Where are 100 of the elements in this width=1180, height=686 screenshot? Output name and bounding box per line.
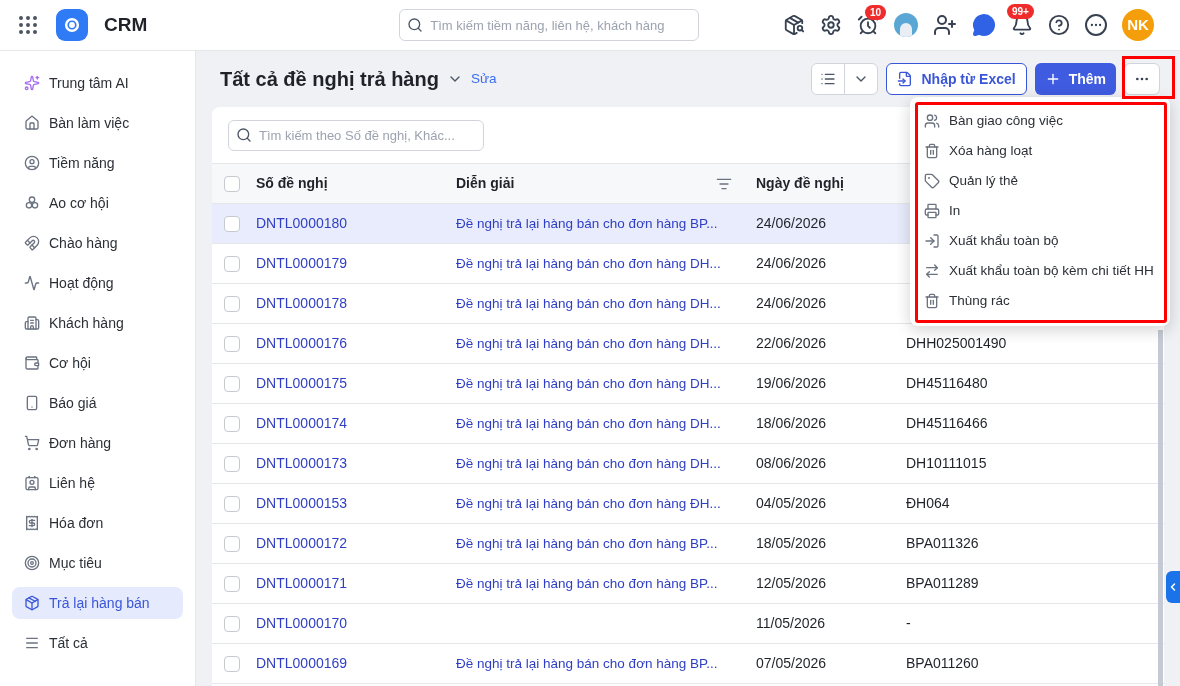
table-cell[interactable]: Đề nghị trả lại hàng bán cho đơn hàng BP... [456,535,718,551]
search-icon [407,17,424,33]
table-cell-text: DH45116480 [906,374,988,393]
table-cell[interactable]: Đề nghị trả lại hàng bán cho đơn hàng DH... [456,375,721,391]
avatar-icon[interactable] [894,13,918,37]
row-checkbox[interactable] [224,535,240,552]
column-header[interactable]: Ngày đề nghị [756,173,906,194]
add-button[interactable]: Thêm [1034,63,1116,95]
table-cell[interactable]: Đề nghị trả lại hàng bán cho đơn hàng BP... [456,575,718,591]
table-cell[interactable]: Đề nghị trả lại hàng bán cho đơn hàng DH... [456,255,721,271]
table-cell[interactable]: DNTL0000172 [256,533,456,554]
trash-icon [924,293,940,309]
column-header[interactable]: Số đề nghị [256,173,456,194]
home-icon [24,115,40,131]
table-cell[interactable]: DNTL0000174 [256,413,456,434]
collapse-tab[interactable] [1166,571,1180,603]
column-header[interactable]: Diễn giải [456,173,515,194]
table-cell-text: 07/05/2026 [756,654,828,673]
table-cell[interactable]: Đề nghị trả lại hàng bán cho đơn hàng BP... [456,655,718,671]
search-field[interactable]: Tìm kiếm tiềm năng, liên hệ, khách hàng [399,9,700,41]
contact-card-icon [24,475,40,491]
scrollbar[interactable] [1158,330,1163,686]
menu-item[interactable]: Xuất khẩu toàn bộ kèm chi tiết HH [924,256,1156,286]
table-cell[interactable]: DNTL0000179 [256,253,456,274]
table-cell-text: 22/06/2026 [756,334,828,353]
table-cell[interactable]: DNTL0000169 [256,653,456,674]
settings-icon[interactable] [820,14,842,36]
circles-icon [24,195,40,211]
sidebar-item[interactable]: Báo giá [12,387,183,419]
table-cell-text: 08/06/2026 [756,454,828,473]
import-excel-button[interactable]: Nhập từ Excel [886,63,1027,95]
table-cell[interactable]: Đề nghị trả lại hàng bán cho đơn hàng DH... [456,295,721,311]
sidebar-item[interactable]: Tất cả [12,627,183,659]
sidebar-item[interactable]: Bàn làm việc [12,107,183,139]
sidebar-item[interactable]: Trả lại hàng bán [12,587,183,619]
table-search-field[interactable]: Tìm kiếm theo Số đề nghị, Khác... [228,119,484,151]
apps-grid-icon[interactable] [16,13,40,37]
row-checkbox[interactable] [224,495,240,512]
highlight-frame [1122,56,1175,99]
table-cell[interactable]: Đề nghị trả lại hàng bán cho đơn hàng ĐH... [456,495,721,511]
table-cell-text: 24/06/2026 [756,294,828,313]
cart-icon [24,435,40,451]
table-cell-text: - [906,614,911,633]
edit-link[interactable]: Sửa [470,68,497,90]
sidebar-item[interactable]: Khách hàng [12,307,183,339]
select-all-checkbox[interactable] [224,175,240,192]
chat-icon[interactable] [972,13,996,37]
sidebar-item[interactable]: Trung tâm AI [12,67,183,99]
help-icon[interactable] [1048,14,1070,36]
sidebar-item[interactable]: Đơn hàng [12,427,183,459]
table-cell[interactable]: DNTL0000176 [256,333,456,354]
users-icon [924,113,940,129]
box-search-icon[interactable] [783,14,805,36]
sidebar-item[interactable]: Cơ hội [12,347,183,379]
view-switcher[interactable] [811,63,879,95]
menu-item[interactable]: Quản lý thẻ [924,166,1156,196]
more-icon[interactable] [1085,14,1107,36]
table-cell[interactable]: DNTL0000180 [256,213,456,234]
magnet-icon [24,235,40,251]
menu-item[interactable]: Thùng rác [924,286,1156,316]
sidebar-item[interactable]: Liên hệ [12,467,183,499]
row-checkbox[interactable] [224,255,240,272]
table-cell[interactable]: DNTL0000170 [256,613,456,634]
table-cell[interactable]: DNTL0000175 [256,373,456,394]
sidebar-item[interactable]: Tiềm năng [12,147,183,179]
row-checkbox[interactable] [224,575,240,592]
row-checkbox[interactable] [224,455,240,472]
table-cell[interactable]: Đề nghị trả lại hàng bán cho đơn hàng DH... [456,415,721,431]
table-cell-text: BPA011289 [906,574,979,593]
row-checkbox[interactable] [224,335,240,352]
row-checkbox[interactable] [224,215,240,232]
list-icon [820,71,837,87]
table-cell[interactable]: Đề nghị trả lại hàng bán cho đơn hàng DH... [456,455,721,471]
table-cell[interactable]: Đề nghị trả lại hàng bán cho đơn hàng DH... [456,335,721,351]
receipt-icon [24,515,40,531]
add-user-icon[interactable] [933,13,957,37]
row-checkbox[interactable] [224,415,240,432]
menu-item[interactable]: Xóa hàng loạt [924,136,1156,166]
table-cell[interactable]: Đề nghị trả lại hàng bán cho đơn hàng BP... [456,215,718,231]
table-cell[interactable]: DNTL0000171 [256,573,456,594]
printer-icon [924,203,940,219]
sidebar-item[interactable]: Ao cơ hội [12,187,183,219]
table-cell[interactable]: DNTL0000153 [256,493,456,514]
table-cell-text: BPA011326 [906,534,979,553]
more-button[interactable] [1124,63,1160,95]
row-checkbox[interactable] [224,295,240,312]
row-checkbox[interactable] [224,655,240,672]
sidebar-item[interactable]: Hoạt động [12,267,183,299]
row-checkbox[interactable] [224,615,240,632]
sidebar-item[interactable]: Mục tiêu [12,547,183,579]
table-cell[interactable]: DNTL0000178 [256,293,456,314]
table-cell[interactable]: DNTL0000173 [256,453,456,474]
table-cell-text: BPA011260 [906,654,979,673]
sidebar-item[interactable]: Chào hàng [12,227,183,259]
row-checkbox[interactable] [224,375,240,392]
sidebar-item[interactable]: Hóa đơn [12,507,183,539]
menu-item[interactable]: Bàn giao công việc [924,106,1156,136]
alarm-clock-icon[interactable] [857,14,879,36]
search-icon [236,126,252,143]
trash-icon [924,143,940,159]
